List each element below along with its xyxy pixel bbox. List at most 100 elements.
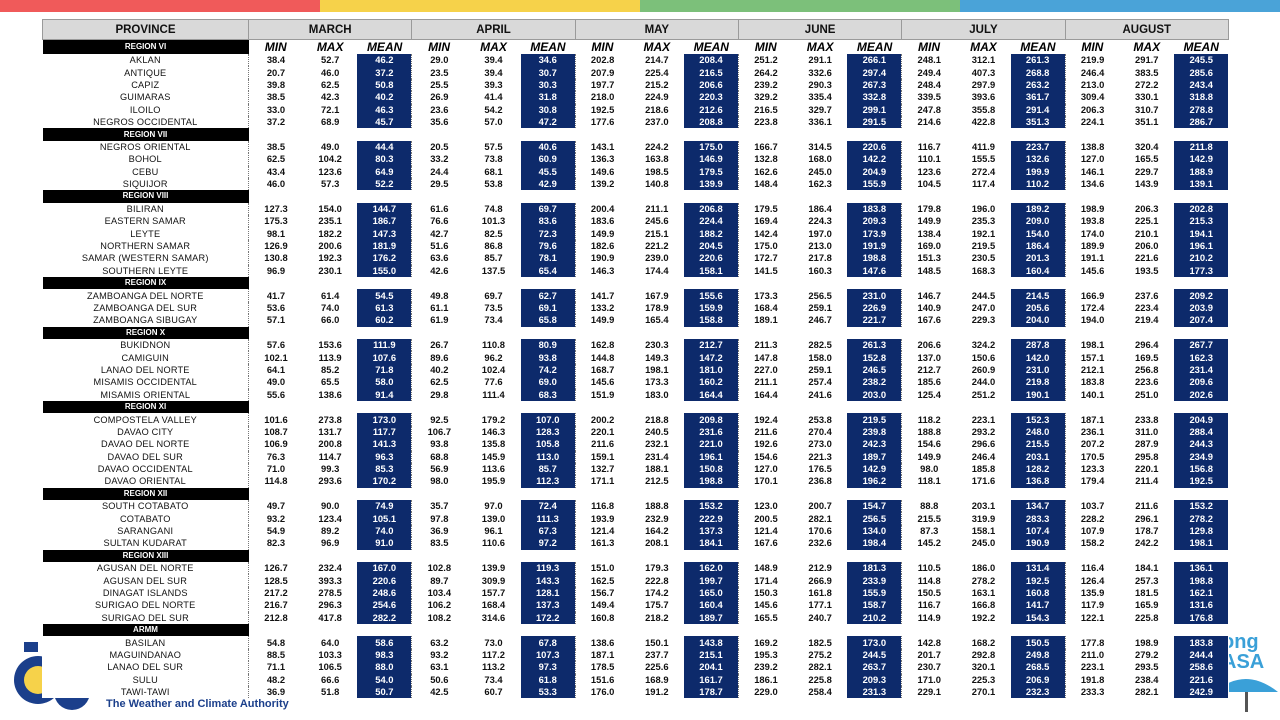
region-spacer bbox=[248, 190, 1229, 203]
max-value: 198.9 bbox=[1135, 636, 1159, 648]
region-row: REGION IX bbox=[42, 277, 1229, 290]
mean-value: 152.3 bbox=[1010, 413, 1066, 426]
min-value: 149.4 bbox=[574, 599, 630, 612]
max-value: 230.3 bbox=[645, 339, 669, 351]
mean-value: 143.3 bbox=[520, 574, 576, 587]
mean-value: 221.0 bbox=[684, 438, 739, 451]
mean-value: 209.3 bbox=[847, 673, 902, 686]
min-value: 98.0 bbox=[411, 475, 467, 488]
max-value: 182.5 bbox=[808, 636, 832, 648]
max-value: 131.7 bbox=[318, 425, 342, 437]
max-value: 309.9 bbox=[481, 574, 506, 586]
max-value: 245.6 bbox=[645, 215, 669, 227]
max-value: 278.5 bbox=[318, 586, 342, 598]
mean-value: 142.2 bbox=[847, 153, 902, 166]
min-value: 191.8 bbox=[1064, 673, 1120, 686]
mean-value: 233.9 bbox=[847, 574, 902, 587]
region-header: REGION IX bbox=[42, 277, 249, 290]
mean-value: 131.4 bbox=[1010, 562, 1066, 575]
mean-value: 30.8 bbox=[520, 103, 576, 116]
max-value: 165.5 bbox=[1135, 153, 1159, 165]
table-row: CAPIZ 39.8 62.5 50.8 25.5 39.3 30.3 197.7 215.2 2… bbox=[43, 78, 1229, 92]
min-value: 200.4 bbox=[574, 202, 630, 216]
mean-value: 72.4 bbox=[520, 500, 576, 513]
mean-value: 220.6 bbox=[847, 140, 902, 154]
max-value: 260.9 bbox=[971, 363, 996, 375]
min-value: 102.8 bbox=[411, 562, 467, 575]
min-value: 156.7 bbox=[574, 586, 630, 600]
max-value: 186.4 bbox=[808, 202, 832, 214]
mean-value: 239.8 bbox=[847, 425, 902, 439]
province-name: BASILAN bbox=[125, 637, 166, 648]
min-value: 178.5 bbox=[574, 661, 630, 674]
max-value: 312.1 bbox=[971, 54, 996, 66]
min-value: 138.8 bbox=[1064, 140, 1120, 154]
max-value: 163.1 bbox=[971, 586, 996, 598]
mean-value: 107.6 bbox=[357, 351, 412, 364]
max-value: 311.0 bbox=[1135, 425, 1159, 437]
table-row: ZAMBOANGA DEL SUR 53.6 74.0 61.3 61.1 73.5 69.… bbox=[43, 301, 1229, 315]
max-value: 51.8 bbox=[321, 686, 340, 698]
mean-value: 186.4 bbox=[1010, 239, 1066, 253]
mean-value: 318.8 bbox=[1173, 91, 1229, 104]
min-value: 49.0 bbox=[247, 376, 303, 389]
min-value: 172.7 bbox=[737, 252, 793, 265]
max-value: 54.2 bbox=[484, 103, 503, 115]
max-value: 181.5 bbox=[1135, 586, 1159, 598]
region-header: REGION X bbox=[42, 326, 249, 339]
max-value: 211.1 bbox=[645, 202, 669, 214]
top-bar-blue bbox=[960, 0, 1280, 12]
min-value: 108.2 bbox=[411, 611, 467, 624]
mean-value: 351.3 bbox=[1010, 115, 1066, 129]
region-row: REGION XII bbox=[42, 487, 1229, 501]
mean-value: 47.2 bbox=[520, 115, 576, 129]
max-value: 225.4 bbox=[645, 66, 669, 78]
min-value: 122.1 bbox=[1064, 611, 1120, 624]
min-value: 134.6 bbox=[1064, 177, 1120, 191]
mean-value: 110.2 bbox=[1010, 177, 1066, 191]
min-value: 62.5 bbox=[411, 376, 467, 389]
max-value: 282.1 bbox=[808, 661, 832, 673]
max-value: 42.3 bbox=[321, 91, 340, 103]
max-value: 192.3 bbox=[318, 252, 342, 264]
max-value: 182.2 bbox=[318, 227, 342, 239]
min-value: 57.6 bbox=[247, 338, 303, 352]
min-value: 128.5 bbox=[247, 574, 303, 587]
mean-value: 242.9 bbox=[1173, 685, 1229, 699]
min-value: 168.4 bbox=[737, 301, 793, 315]
max-value: 39.4 bbox=[484, 54, 503, 66]
subheader-max: MAX bbox=[1119, 39, 1174, 54]
mean-value: 107.0 bbox=[520, 413, 576, 426]
province-name: ILOILO bbox=[129, 104, 161, 115]
max-value: 72.1 bbox=[321, 103, 340, 115]
max-value: 39.4 bbox=[484, 66, 503, 78]
mean-value: 34.6 bbox=[520, 54, 576, 67]
mean-value: 288.4 bbox=[1173, 425, 1229, 439]
province-name: SOUTH COTABATO bbox=[101, 501, 189, 512]
mean-value: 155.9 bbox=[847, 586, 902, 600]
max-value: 186.0 bbox=[971, 562, 996, 574]
table-row: SURIGAO DEL SUR 212.8 417.8 282.2 108.2 314.6… bbox=[43, 611, 1229, 624]
max-value: 320.1 bbox=[971, 661, 996, 673]
max-value: 232.9 bbox=[645, 512, 669, 524]
min-value: 141.5 bbox=[737, 264, 793, 278]
max-value: 123.6 bbox=[318, 165, 342, 177]
mean-value: 211.8 bbox=[1173, 140, 1229, 154]
max-value: 68.9 bbox=[321, 116, 340, 128]
max-value: 103.3 bbox=[318, 648, 342, 660]
mean-value: 74.2 bbox=[520, 363, 576, 377]
mean-value: 141.7 bbox=[1010, 599, 1066, 612]
min-value: 198.1 bbox=[1064, 338, 1120, 352]
min-value: 218.0 bbox=[574, 91, 630, 104]
min-value: 144.8 bbox=[574, 351, 630, 364]
min-value: 159.1 bbox=[574, 450, 630, 463]
month-header-august: AUGUST bbox=[1064, 19, 1229, 40]
region-header: REGION VI bbox=[42, 39, 249, 54]
table-row: MISAMIS ORIENTAL 55.6 138.6 91.4 29.8 111.4 68… bbox=[43, 388, 1229, 401]
max-value: 177.1 bbox=[808, 599, 832, 611]
max-value: 139.9 bbox=[481, 562, 506, 574]
mean-value: 175.0 bbox=[684, 140, 739, 154]
max-value: 244.5 bbox=[971, 289, 996, 301]
max-value: 117.4 bbox=[971, 178, 995, 190]
mean-value: 150.5 bbox=[1010, 636, 1066, 649]
